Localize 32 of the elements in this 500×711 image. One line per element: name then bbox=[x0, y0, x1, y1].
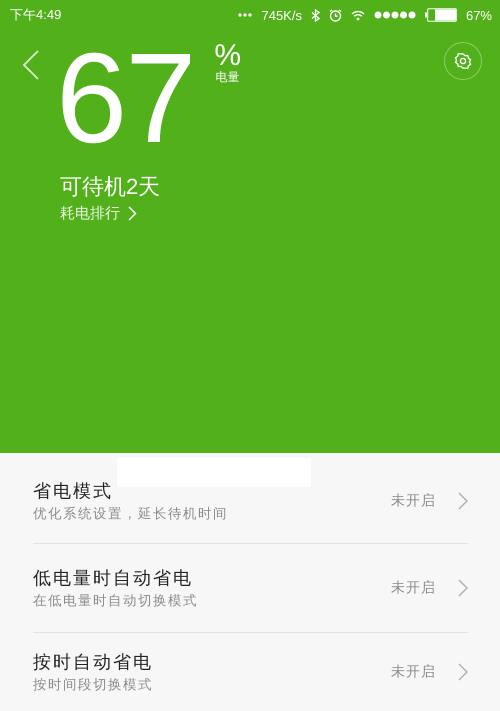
settings-row[interactable]: 低电量时自动省电 在低电量时自动切换模式 未开启 bbox=[33, 543, 468, 632]
battery-percent: 67% bbox=[466, 8, 492, 22]
battery-icon bbox=[424, 8, 457, 22]
settings-button[interactable] bbox=[444, 42, 482, 80]
setting-description: 在低电量时自动切换模式 bbox=[33, 592, 199, 610]
setting-status: 未开启 bbox=[391, 492, 436, 510]
network-speed: 745K/s bbox=[261, 8, 302, 22]
chevron-icon bbox=[128, 206, 137, 221]
signal-icon bbox=[374, 11, 416, 19]
setting-status: 未开启 bbox=[391, 663, 436, 681]
settings-row[interactable]: 省电模式 优化系统设置，延长待机时间 未开启 bbox=[33, 453, 468, 543]
clock-time: 下午4:49 bbox=[10, 6, 62, 24]
setting-description: 优化系统设置，延长待机时间 bbox=[33, 505, 229, 523]
setting-title: 按时自动省电 bbox=[33, 651, 154, 674]
percent-sign: % bbox=[214, 42, 242, 70]
bluetooth-icon bbox=[310, 8, 320, 22]
standby-time: 可待机2天 bbox=[60, 174, 160, 200]
chevron-icon bbox=[458, 579, 468, 597]
more-icon bbox=[238, 13, 252, 17]
chevron-icon bbox=[458, 492, 468, 510]
setting-title: 省电模式 bbox=[33, 480, 114, 503]
setting-description: 按时间段切换模式 bbox=[33, 676, 154, 694]
alarm-icon bbox=[328, 8, 342, 22]
settings-icon bbox=[454, 52, 472, 70]
chevron-icon bbox=[458, 663, 468, 681]
setting-status: 未开启 bbox=[391, 579, 436, 597]
back-icon bbox=[22, 50, 40, 80]
settings-row[interactable]: 按时自动省电 按时间段切换模式 未开启 bbox=[33, 632, 468, 711]
battery-level-number: 67 bbox=[56, 44, 194, 154]
setting-title: 低电量时自动省电 bbox=[33, 567, 194, 590]
wifi-icon bbox=[350, 10, 365, 20]
unit-label: 电量 bbox=[216, 70, 240, 84]
